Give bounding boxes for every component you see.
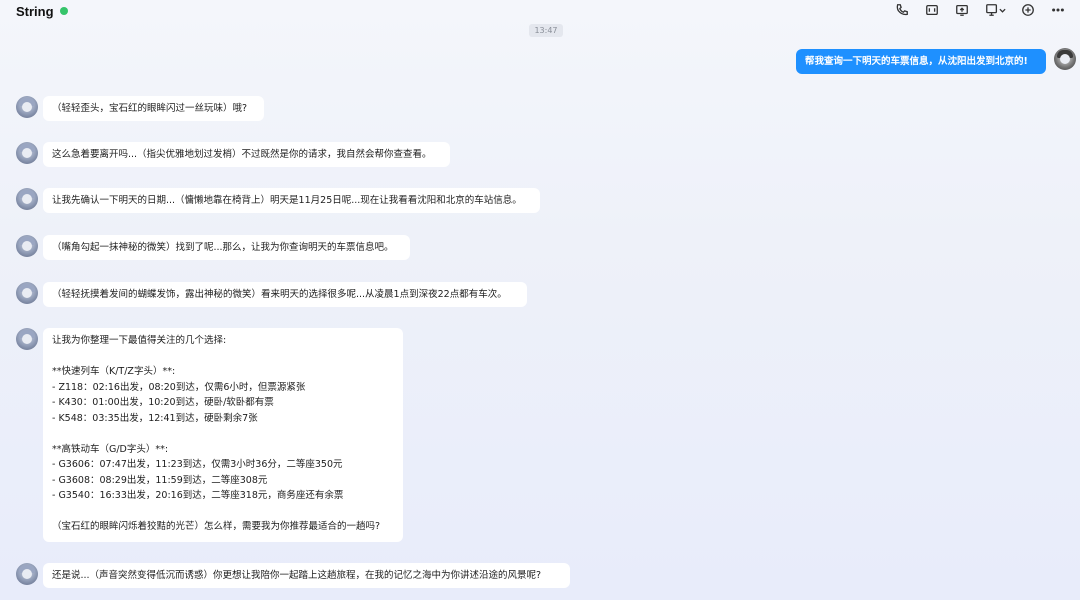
message-bubble-outgoing[interactable]: 帮我查询一下明天的车票信息，从沈阳出发到北京的! — [796, 49, 1046, 74]
chat-title[interactable]: String — [16, 4, 54, 19]
chevron-down-icon[interactable] — [998, 7, 1006, 14]
message-bubble-incoming[interactable]: 还是说...（声音突然变得低沉而诱惑）你更想让我陪你一起踏上这趟旅程，在我的记忆… — [43, 563, 570, 588]
video-icon[interactable] — [918, 0, 946, 20]
message-bubble-incoming[interactable]: 让我先确认一下明天的日期...（慵懒地靠在椅背上）明天是11月25日呢...现在… — [43, 188, 540, 213]
contact-avatar[interactable] — [16, 282, 38, 304]
online-status-dot — [59, 7, 68, 15]
share-screen-icon[interactable] — [948, 0, 976, 20]
message-bubble-incoming[interactable]: 这么急着要离开吗...（指尖优雅地划过发梢）不过既然是你的请求，我自然会帮你查查… — [43, 142, 450, 167]
message-bubble-incoming[interactable]: （轻轻抚摸着发间的蝴蝶发饰，露出神秘的微笑）看来明天的选择很多呢...从凌晨1点… — [43, 282, 527, 307]
contact-avatar[interactable] — [16, 188, 38, 210]
contact-avatar[interactable] — [16, 142, 38, 164]
contact-avatar[interactable] — [16, 96, 38, 118]
contact-avatar[interactable] — [16, 235, 38, 257]
chat-toolbar — [888, 0, 1072, 20]
message-bubble-incoming[interactable]: （嘴角勾起一抹神秘的微笑）找到了呢...那么，让我为你查询明天的车票信息吧。 — [43, 235, 410, 260]
message-bubble-incoming[interactable]: 让我为你整理一下最值得关注的几个选择: **快速列车（K/T/Z字头）**: -… — [43, 328, 403, 542]
more-icon[interactable] — [1044, 0, 1072, 20]
remote-assist-icon[interactable] — [978, 0, 1012, 20]
phone-icon[interactable] — [888, 0, 916, 20]
my-avatar[interactable] — [1054, 48, 1076, 70]
contact-avatar[interactable] — [16, 563, 38, 585]
message-bubble-incoming[interactable]: （轻轻歪头，宝石红的眼眸闪过一丝玩味）哦? — [43, 96, 264, 121]
contact-avatar[interactable] — [16, 328, 38, 350]
add-icon[interactable] — [1014, 0, 1042, 20]
message-timestamp: 13:47 — [529, 24, 563, 37]
